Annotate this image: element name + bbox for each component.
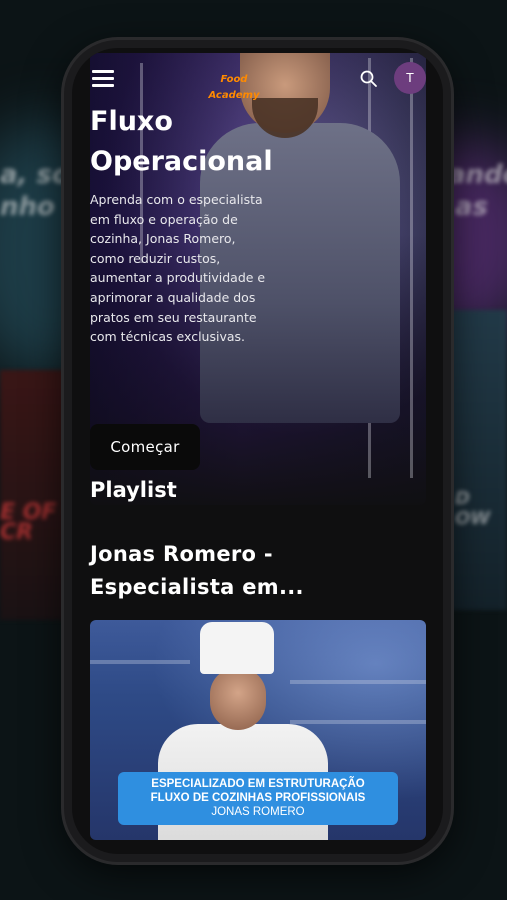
playlist-item-title[interactable]: Jonas Romero - Especialista em... [90,538,330,604]
course-description: Aprenda com o especialista em fluxo e op… [90,192,266,345]
banner-line-2: FLUXO DE COZINHAS PROFISSIONAIS [150,792,366,804]
search-icon[interactable] [359,69,379,89]
thumbnail-banner: ESPECIALIZADO EM ESTRUTURAÇÃO FLUXO DE C… [118,772,398,825]
background-text: ando [448,160,507,190]
avatar[interactable]: T [394,62,426,94]
playlist-thumbnail[interactable]: ESPECIALIZADO EM ESTRUTURAÇÃO FLUXO DE C… [90,620,426,840]
chef-face [210,668,266,730]
app-logo[interactable]: Food Academy [200,72,268,101]
phone-frame: Food Academy T Fluxo Operacional Aprenda… [64,40,451,862]
banner-line-3: JONAS ROMERO [211,806,305,818]
kitchen-shelf [90,660,190,664]
app-screen: Food Academy T Fluxo Operacional Aprenda… [72,48,443,854]
top-bar: Food Academy T [72,48,443,108]
background-text: as [455,192,489,222]
banner-line-1: ESPECIALIZADO EM ESTRUTURAÇÃO [151,778,365,790]
kitchen-decor [410,58,413,478]
start-button[interactable]: Começar [90,424,200,470]
background-text: D [455,488,470,509]
playlist-heading: Playlist [90,478,177,502]
kitchen-shelf [290,720,426,724]
hamburger-menu-icon[interactable] [92,70,114,88]
background-thumbnail-right [445,310,507,610]
background-text: OW [455,508,491,529]
background-text: CR [0,520,34,545]
chef-hat [200,622,274,674]
background-thumbnail-left [0,370,70,620]
page-title: Fluxo Operacional [90,106,273,177]
kitchen-shelf [290,680,426,684]
